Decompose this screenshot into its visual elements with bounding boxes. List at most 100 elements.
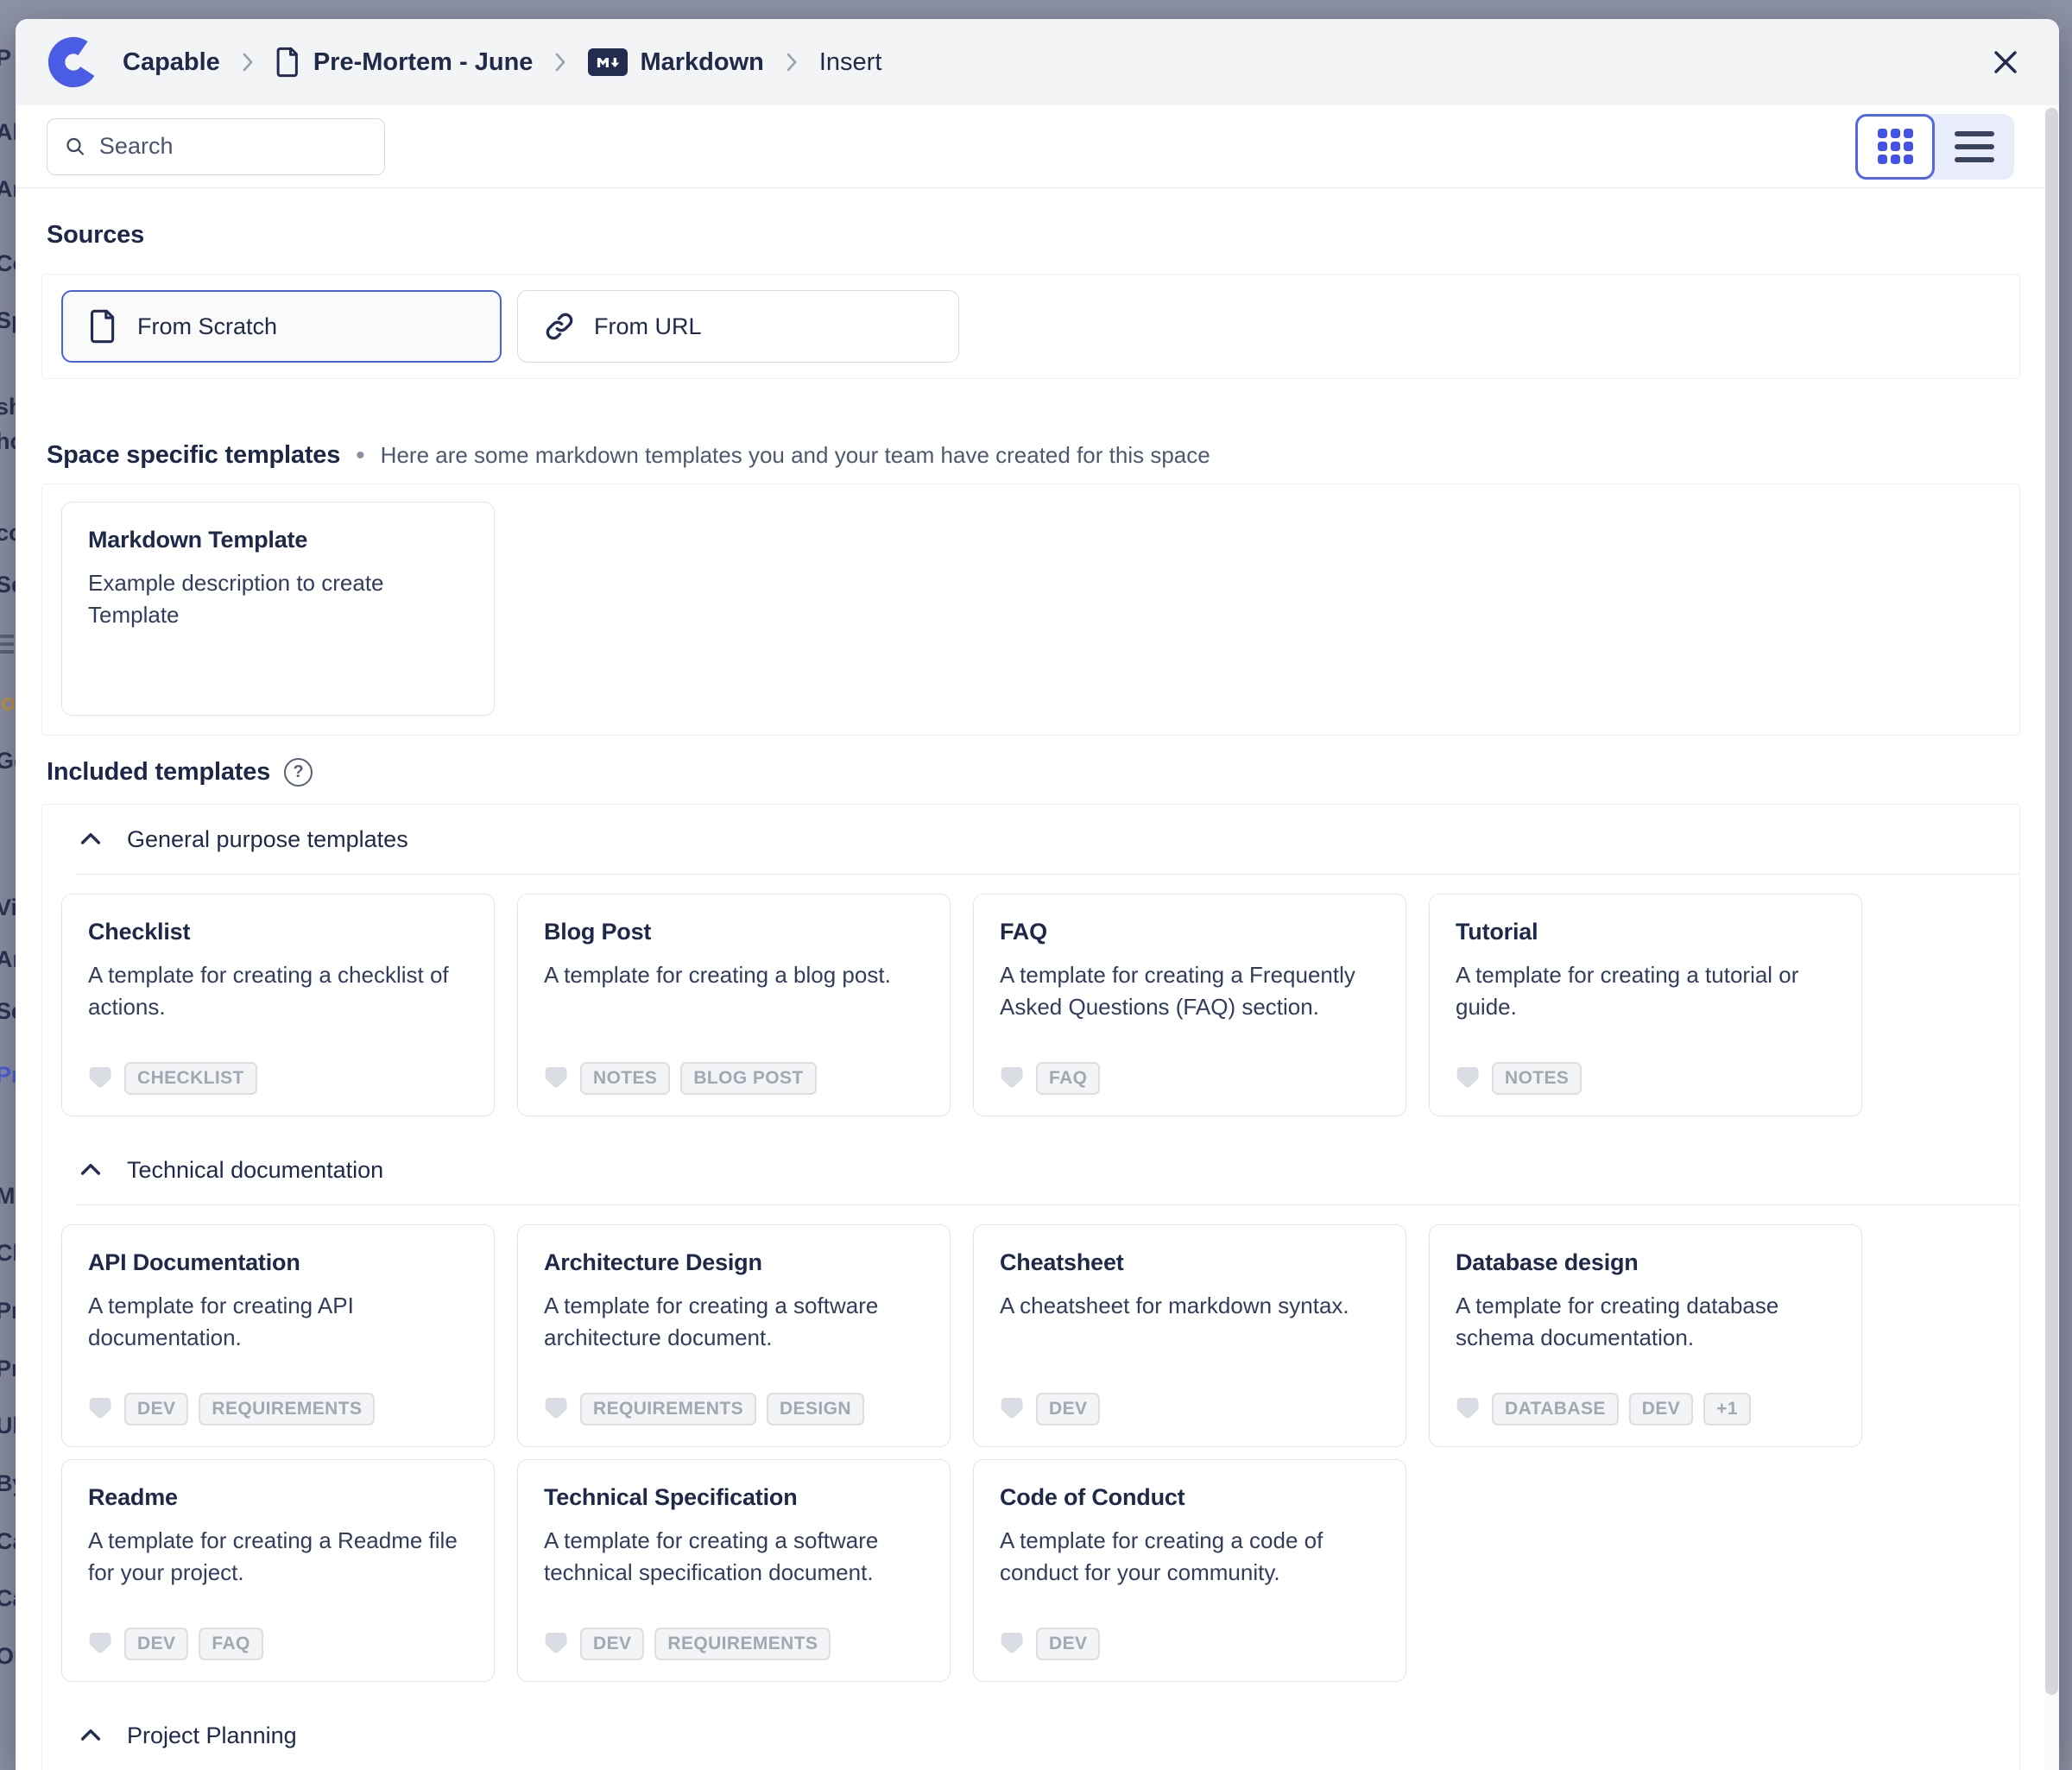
search-box[interactable]: [47, 118, 385, 175]
breadcrumb-item-document[interactable]: Pre-Mortem - June: [275, 47, 534, 78]
card-description: A template for creating database schema …: [1456, 1290, 1835, 1354]
template-card-markdown-template[interactable]: Markdown Template Example description to…: [61, 502, 495, 716]
breadcrumb-item-capable[interactable]: Capable: [123, 48, 220, 77]
template-card-database-design[interactable]: Database design A template for creating …: [1429, 1224, 1862, 1447]
background-partial-text: Pr: [0, 1062, 16, 1089]
tags-row: DATABASE DEV +1: [1456, 1393, 1835, 1425]
group-label: Project Planning: [127, 1723, 297, 1749]
technical-documentation-cards: API Documentation A template for creatin…: [42, 1205, 2019, 1687]
breadcrumb-item-markdown[interactable]: Markdown: [588, 48, 763, 77]
group-header-technical-documentation[interactable]: Technical documentation: [42, 1122, 2019, 1204]
breadcrumb-label: Insert: [819, 48, 882, 77]
tag-icon: [544, 1631, 570, 1657]
card-title: Markdown Template: [88, 527, 468, 553]
from-scratch-button[interactable]: From Scratch: [61, 290, 502, 363]
template-card-technical-specification[interactable]: Technical Specification A template for c…: [517, 1459, 951, 1682]
breadcrumb-item-insert: Insert: [819, 48, 882, 77]
tags-row: FAQ: [1000, 1062, 1380, 1095]
group-header-project-planning[interactable]: Project Planning: [42, 1687, 2019, 1770]
breadcrumb-label: Markdown: [640, 48, 763, 77]
background-partial-text: ho: [0, 428, 16, 455]
template-card-blog-post[interactable]: Blog Post A template for creating a blog…: [517, 894, 951, 1116]
card-title: Architecture Design: [544, 1249, 924, 1276]
card-description: Example description to create Template: [88, 567, 468, 631]
tag-badge: FAQ: [199, 1628, 262, 1660]
background-partial-text: Pr: [0, 1298, 16, 1324]
background-partial-text: Se: [0, 572, 16, 598]
modal-content: Sources From Scratch From URL Space spec…: [16, 188, 2059, 1770]
tag-badge: NOTES: [580, 1062, 670, 1095]
sources-section: From Scratch From URL: [41, 274, 2020, 379]
background-partial-text: Sp: [0, 307, 16, 334]
tag-icon: [88, 1631, 114, 1657]
markdown-icon: [588, 48, 628, 76]
background-partial-text: Pr: [0, 1356, 16, 1382]
from-url-button[interactable]: From URL: [517, 290, 959, 363]
card-title: Tutorial: [1456, 919, 1835, 945]
close-icon: [1989, 46, 2022, 79]
included-templates-section: General purpose templates Checklist A te…: [41, 804, 2020, 1770]
template-card-readme[interactable]: Readme A template for creating a Readme …: [61, 1459, 495, 1682]
tags-row: REQUIREMENTS DESIGN: [544, 1393, 924, 1425]
template-card-tutorial[interactable]: Tutorial A template for creating a tutor…: [1429, 894, 1862, 1116]
group-label: General purpose templates: [127, 826, 408, 853]
tag-icon: [1456, 1065, 1481, 1091]
tag-badge: DESIGN: [767, 1393, 864, 1425]
template-card-code-of-conduct[interactable]: Code of Conduct A template for creating …: [973, 1459, 1406, 1682]
card-title: Cheatsheet: [1000, 1249, 1380, 1276]
background-partial-text: Al: [0, 119, 16, 146]
search-input[interactable]: [99, 133, 367, 160]
card-title: Code of Conduct: [1000, 1484, 1380, 1511]
close-button[interactable]: [1987, 43, 2025, 81]
sources-section-title: Sources: [47, 221, 2020, 250]
card-title: FAQ: [1000, 919, 1380, 945]
template-card-faq[interactable]: FAQ A template for creating a Frequently…: [973, 894, 1406, 1116]
breadcrumb: Capable Pre-Mortem - June Markdown: [123, 47, 881, 78]
background-partial-text: co: [0, 520, 16, 547]
card-description: A template for creating a Frequently Ask…: [1000, 959, 1380, 1023]
modal-header: Capable Pre-Mortem - June Markdown: [16, 19, 2059, 105]
template-card-api-documentation[interactable]: API Documentation A template for creatin…: [61, 1224, 495, 1447]
card-description: A template for creating a software techn…: [544, 1525, 924, 1589]
template-card-cheatsheet[interactable]: Cheatsheet A cheatsheet for markdown syn…: [973, 1224, 1406, 1447]
scrollbar-track[interactable]: [2044, 105, 2059, 1770]
tag-badge: REQUIREMENTS: [580, 1393, 756, 1425]
tags-row: NOTES: [1456, 1062, 1835, 1095]
breadcrumb-label: Pre-Mortem - June: [313, 48, 534, 77]
tag-badge: DEV: [1036, 1393, 1100, 1425]
search-icon: [65, 135, 85, 158]
tag-icon: [1000, 1631, 1026, 1657]
template-card-architecture-design[interactable]: Architecture Design A template for creat…: [517, 1224, 951, 1447]
space-templates-header: Space specific templates • Here are some…: [41, 441, 2020, 470]
tags-row: DEV: [1000, 1628, 1380, 1660]
help-icon[interactable]: ?: [284, 758, 313, 787]
tag-badge: REQUIREMENTS: [199, 1393, 375, 1425]
tag-badge: DEV: [124, 1628, 188, 1660]
scrollbar-thumb[interactable]: [2045, 108, 2058, 1695]
card-description: A template for creating a checklist of a…: [88, 959, 468, 1023]
group-header-general-purpose[interactable]: General purpose templates: [42, 805, 2019, 874]
space-templates-section: Markdown Template Example description to…: [41, 484, 2020, 736]
tags-row: NOTES BLOG POST: [544, 1062, 924, 1095]
card-description: A template for creating a code of conduc…: [1000, 1525, 1380, 1589]
card-title: Readme: [88, 1484, 468, 1511]
chevron-up-icon: [77, 1156, 104, 1184]
group-label: Technical documentation: [127, 1157, 383, 1184]
grid-view-icon: [1878, 129, 1913, 164]
tag-badge: DEV: [580, 1628, 644, 1660]
tag-badge: BLOG POST: [680, 1062, 816, 1095]
card-description: A template for creating a software archi…: [544, 1290, 924, 1354]
document-icon: [275, 47, 301, 78]
card-description: A cheatsheet for markdown syntax.: [1000, 1290, 1380, 1322]
view-toggle: [1855, 114, 2014, 180]
general-purpose-cards: Checklist A template for creating a chec…: [42, 875, 2019, 1122]
list-view-icon: [1955, 131, 1994, 162]
list-view-button[interactable]: [1935, 114, 2014, 180]
grid-view-button[interactable]: [1855, 114, 1935, 180]
capable-logo-icon: [47, 35, 100, 89]
chevron-right-icon: [241, 51, 255, 73]
card-title: API Documentation: [88, 1249, 468, 1276]
background-partial-text: By: [0, 1470, 16, 1497]
template-card-checklist[interactable]: Checklist A template for creating a chec…: [61, 894, 495, 1116]
card-title: Technical Specification: [544, 1484, 924, 1511]
